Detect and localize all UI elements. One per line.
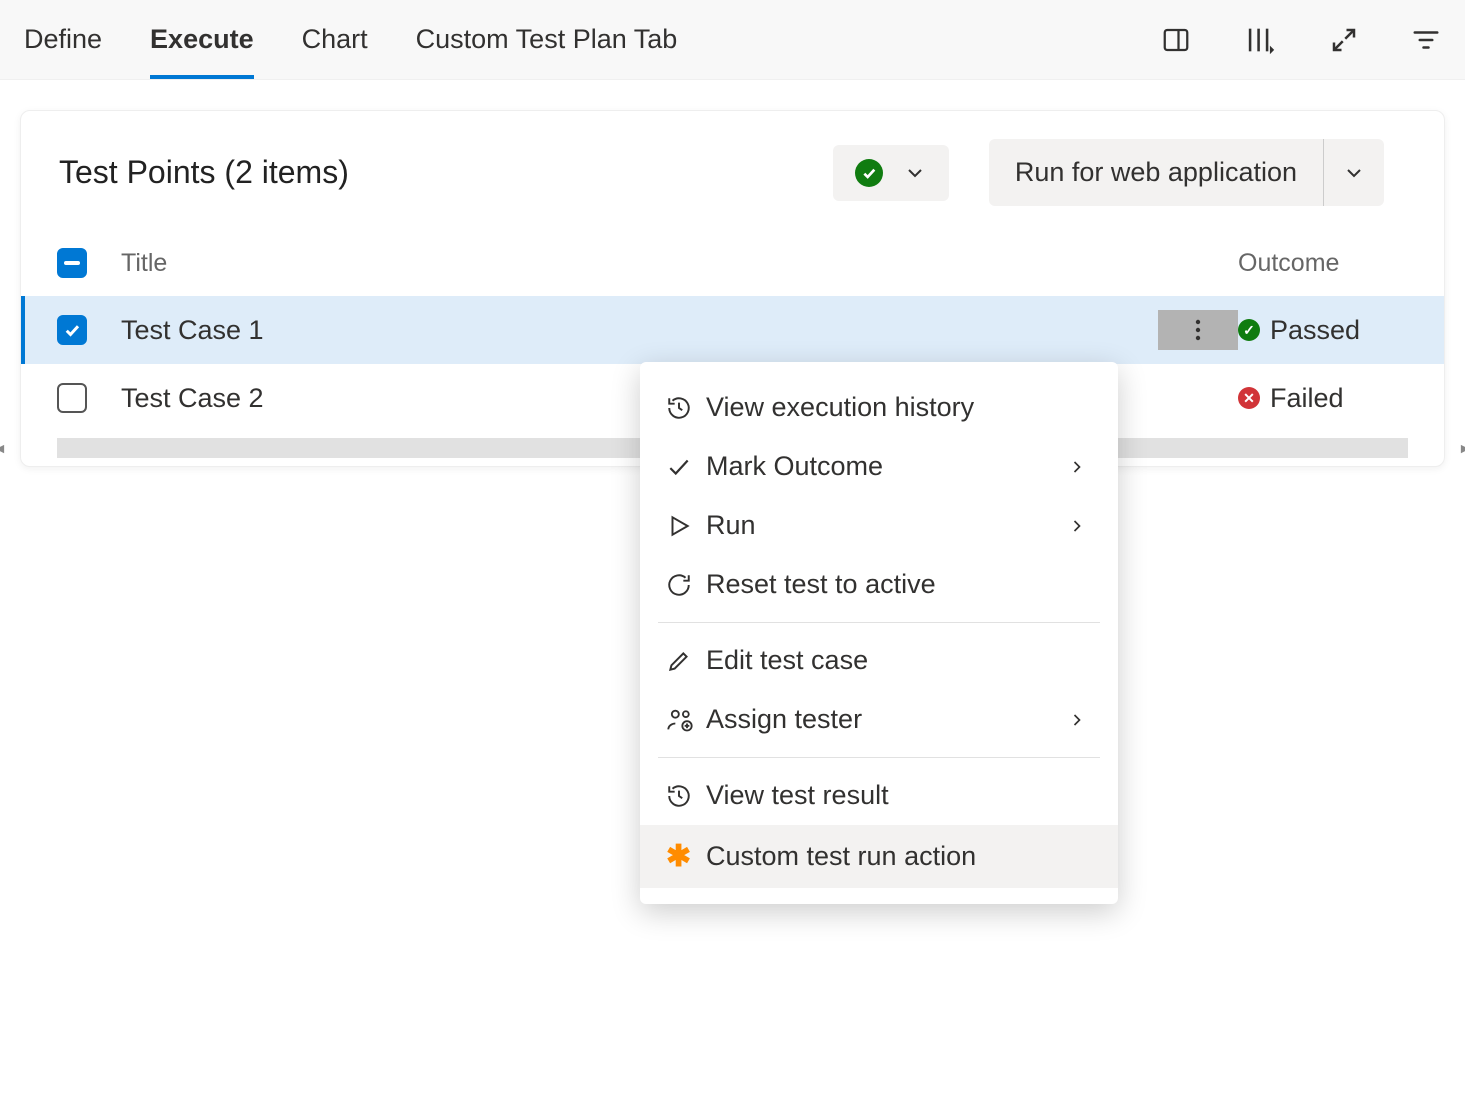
- menu-assign-tester[interactable]: Assign tester: [640, 690, 1118, 749]
- fullscreen-icon[interactable]: [1329, 25, 1359, 55]
- row-title: Test Case 1: [113, 315, 1158, 346]
- run-options-dropdown[interactable]: [1323, 139, 1384, 206]
- row-more-actions-button[interactable]: [1158, 310, 1238, 350]
- select-all-checkbox[interactable]: [57, 248, 87, 278]
- menu-label: View test result: [706, 780, 1092, 811]
- menu-view-test-result[interactable]: View test result: [640, 766, 1118, 825]
- tab-define[interactable]: Define: [24, 0, 102, 79]
- menu-label: Custom test run action: [706, 841, 1092, 872]
- failed-icon: ✕: [1238, 387, 1260, 409]
- menu-label: Mark Outcome: [706, 451, 1062, 482]
- menu-reset-to-active[interactable]: Reset test to active: [640, 555, 1118, 614]
- row-context-menu: View execution history Mark Outcome Run: [640, 362, 1118, 904]
- menu-edit-test-case[interactable]: Edit test case: [640, 631, 1118, 690]
- row-checkbox[interactable]: [57, 315, 87, 345]
- panel-title: Test Points (2 items): [59, 154, 349, 191]
- menu-label: Run: [706, 510, 1062, 541]
- menu-mark-outcome[interactable]: Mark Outcome: [640, 437, 1118, 496]
- tab-bar: Define Execute Chart Custom Test Plan Ta…: [0, 0, 1465, 80]
- chevron-right-icon: [1062, 457, 1092, 477]
- row-outcome: Passed: [1270, 315, 1360, 346]
- scroll-left-arrow-icon[interactable]: ◄: [0, 440, 7, 456]
- table-row[interactable]: Test Case 1 ✓ Passed: [21, 296, 1444, 364]
- run-split-button: Run for web application: [989, 139, 1384, 206]
- run-for-web-button[interactable]: Run for web application: [989, 139, 1323, 206]
- chevron-down-icon: [903, 161, 927, 185]
- menu-run[interactable]: Run: [640, 496, 1118, 555]
- panel-toggle-icon[interactable]: [1161, 25, 1191, 55]
- menu-label: Assign tester: [706, 704, 1062, 735]
- scroll-right-arrow-icon[interactable]: ►: [1458, 440, 1465, 456]
- menu-custom-test-run-action[interactable]: ✱ Custom test run action: [640, 825, 1118, 888]
- columns-edit-icon[interactable]: [1243, 23, 1277, 57]
- outcome-filter-dropdown[interactable]: [833, 145, 949, 201]
- tab-custom-test-plan[interactable]: Custom Test Plan Tab: [416, 0, 678, 79]
- chevron-right-icon: [1062, 710, 1092, 730]
- assign-person-icon: [666, 706, 706, 734]
- pencil-icon: [666, 648, 706, 674]
- menu-view-execution-history[interactable]: View execution history: [640, 378, 1118, 437]
- menu-label: Reset test to active: [706, 569, 1092, 600]
- history-icon: [666, 783, 706, 809]
- check-icon: [666, 454, 706, 480]
- tab-chart[interactable]: Chart: [302, 0, 368, 79]
- play-icon: [666, 513, 706, 539]
- table-header: Title Outcome: [21, 230, 1444, 296]
- passed-icon: [855, 159, 883, 187]
- filter-icon[interactable]: [1411, 25, 1441, 55]
- history-icon: [666, 395, 706, 421]
- menu-label: View execution history: [706, 392, 1092, 423]
- chevron-down-icon: [1342, 161, 1366, 185]
- more-vertical-icon: [1195, 318, 1201, 342]
- passed-icon: ✓: [1238, 319, 1260, 341]
- column-title[interactable]: Title: [113, 249, 1158, 278]
- column-outcome[interactable]: Outcome: [1238, 249, 1408, 278]
- menu-label: Edit test case: [706, 645, 1092, 676]
- refresh-icon: [666, 572, 706, 598]
- star-icon: ✱: [666, 839, 706, 874]
- chevron-right-icon: [1062, 516, 1092, 536]
- row-checkbox[interactable]: [57, 383, 87, 413]
- row-outcome: Failed: [1270, 383, 1344, 414]
- tab-execute[interactable]: Execute: [150, 0, 254, 79]
